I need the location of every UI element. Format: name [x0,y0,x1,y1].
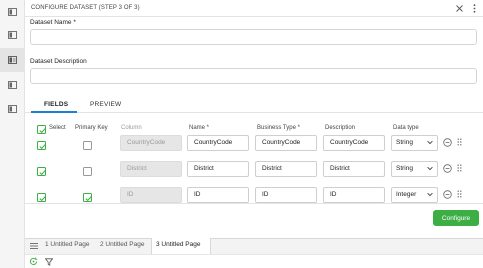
data-type-value: String [396,139,413,146]
rail-button-4[interactable] [0,73,25,97]
panel-icon [8,105,17,113]
column-field: CountryCode [120,135,182,151]
rail-button-1[interactable] [0,0,25,24]
data-type-select[interactable]: String [391,161,438,177]
configure-button[interactable]: Configure [433,210,479,226]
close-icon[interactable] [454,3,465,14]
row-select-checkbox[interactable] [37,141,46,150]
remove-row-icon[interactable] [442,189,452,199]
dataset-description-input[interactable] [30,68,477,84]
header-description: Description [325,125,356,131]
row-select-checkbox[interactable] [37,167,46,176]
dataset-name-label: Dataset Name * [30,19,76,26]
name-field[interactable]: CountryCode [187,135,249,151]
data-type-select[interactable]: Integer [391,187,438,203]
description-field[interactable]: ID [323,187,385,203]
tabs-divider [25,112,483,113]
page-tab-2[interactable]: 2 Untitled Page [100,241,144,248]
description-field[interactable]: CountryCode [323,135,385,151]
select-all-checkbox[interactable] [37,125,46,134]
refresh-icon[interactable] [29,257,38,266]
header-primary-key: Primary Key [75,125,108,131]
name-field[interactable]: ID [187,187,249,203]
business-type-field[interactable]: District [255,161,317,177]
data-type-select[interactable]: String [391,135,438,151]
data-type-value: String [396,165,413,172]
header-business-type: Business Type * [257,125,300,131]
business-type-field[interactable]: CountryCode [255,135,317,151]
panel-icon [8,8,17,16]
tab-preview[interactable]: PREVIEW [90,101,121,108]
rail-button-5[interactable] [0,97,25,121]
drag-handle-icon[interactable] [455,137,463,147]
footer-bar [25,254,483,268]
dataset-name-input[interactable] [30,29,477,45]
primary-key-checkbox[interactable] [83,193,92,202]
column-field: District [120,161,182,177]
chevron-down-icon [427,140,433,145]
primary-key-checkbox[interactable] [83,141,92,150]
panel-icon [8,81,17,89]
chevron-down-icon [427,192,433,197]
page-tab-1[interactable]: 1 Untitled Page [45,241,89,248]
dialog-header: CONFIGURE DATASET (STEP 3 OF 3) [25,0,483,17]
table-footer-divider [25,203,483,204]
business-type-field[interactable]: ID [255,187,317,203]
data-type-value: Integer [396,191,417,198]
remove-row-icon[interactable] [442,163,452,173]
page-tab-bar [25,238,483,254]
rail-button-2[interactable] [0,23,25,47]
panel-icon [8,56,17,64]
primary-key-checkbox[interactable] [83,167,92,176]
dataset-description-label: Dataset Description [30,58,87,65]
header-name: Name * [189,125,210,131]
drag-handle-icon[interactable] [455,163,463,173]
row-select-checkbox[interactable] [37,193,46,202]
drag-handle-icon[interactable] [455,189,463,199]
name-field[interactable]: District [187,161,249,177]
header-select: Select [49,125,66,131]
panel-icon [8,31,17,39]
tab-fields[interactable]: FIELDS [44,101,68,108]
left-rail [0,0,25,268]
header-data-type: Data type [393,125,419,131]
rail-button-3[interactable] [0,48,25,72]
chevron-down-icon [427,166,433,171]
dialog-title: CONFIGURE DATASET (STEP 3 OF 3) [31,5,140,11]
remove-row-icon[interactable] [442,137,452,147]
more-vertical-icon[interactable] [469,3,480,14]
header-column: Column [121,125,142,131]
active-tab-indicator [31,111,77,113]
description-field[interactable]: District [323,161,385,177]
filter-icon[interactable] [44,257,53,266]
page-tab-3[interactable]: 3 Untitled Page [156,241,200,248]
hamburger-menu-icon[interactable] [29,242,38,250]
column-field: ID [120,187,182,203]
